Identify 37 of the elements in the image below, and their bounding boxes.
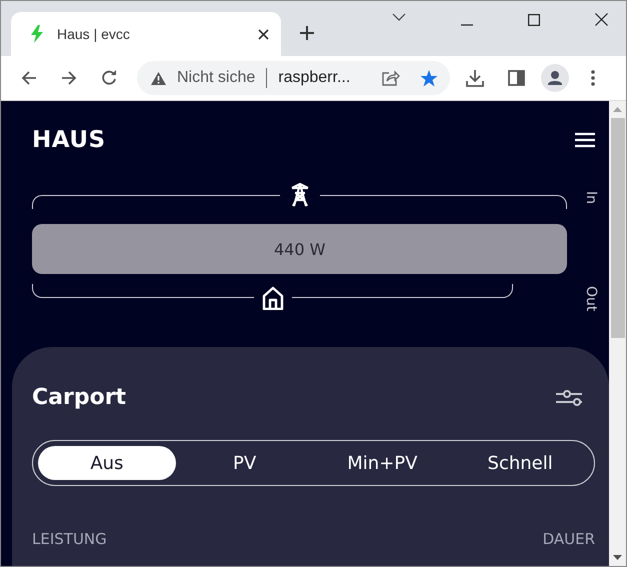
- close-icon[interactable]: [595, 13, 608, 26]
- download-icon[interactable]: [466, 69, 484, 87]
- column-label: LEISTUNG: [32, 530, 107, 548]
- reload-icon[interactable]: [101, 70, 117, 86]
- maximize-icon[interactable]: [528, 14, 540, 26]
- scrollbar[interactable]: [609, 101, 626, 566]
- warning-icon: [151, 72, 166, 84]
- close-icon[interactable]: [258, 28, 269, 40]
- chevron-down-icon[interactable]: [392, 13, 406, 21]
- settings-icon[interactable]: [556, 388, 582, 408]
- browser-tab[interactable]: Haus | evcc: [11, 12, 281, 56]
- back-icon[interactable]: [21, 70, 37, 86]
- mode-button[interactable]: Min+PV: [314, 446, 452, 480]
- loadpoint-title: Carport: [32, 385, 126, 410]
- minimize-icon[interactable]: [461, 24, 473, 26]
- lightning-icon: [31, 25, 43, 43]
- star-icon[interactable]: [420, 70, 438, 86]
- new-tab-icon[interactable]: [299, 25, 315, 41]
- profile-icon[interactable]: [541, 64, 569, 92]
- security-label: Nicht siche: [177, 69, 256, 87]
- mode-button[interactable]: PV: [176, 446, 314, 480]
- mode-button[interactable]: Aus: [38, 446, 176, 480]
- side-panel-icon[interactable]: [508, 70, 525, 86]
- forward-icon[interactable]: [61, 70, 77, 86]
- tab-title: Haus | evcc: [57, 26, 131, 42]
- in-label: In: [583, 191, 600, 204]
- menu-icon[interactable]: [575, 132, 595, 148]
- mode-button[interactable]: Schnell: [451, 446, 589, 480]
- menu-icon[interactable]: [591, 70, 595, 86]
- site-title: HAUS: [32, 127, 106, 153]
- scroll-down-icon[interactable]: [613, 555, 622, 560]
- url-text: raspberr...: [278, 69, 352, 87]
- out-label: Out: [583, 286, 600, 311]
- address-bar[interactable]: Nicht siche raspberr...: [137, 61, 450, 95]
- power-value: 440 W: [274, 240, 326, 258]
- column-label: DAUER: [542, 530, 595, 548]
- share-icon[interactable]: [382, 70, 400, 86]
